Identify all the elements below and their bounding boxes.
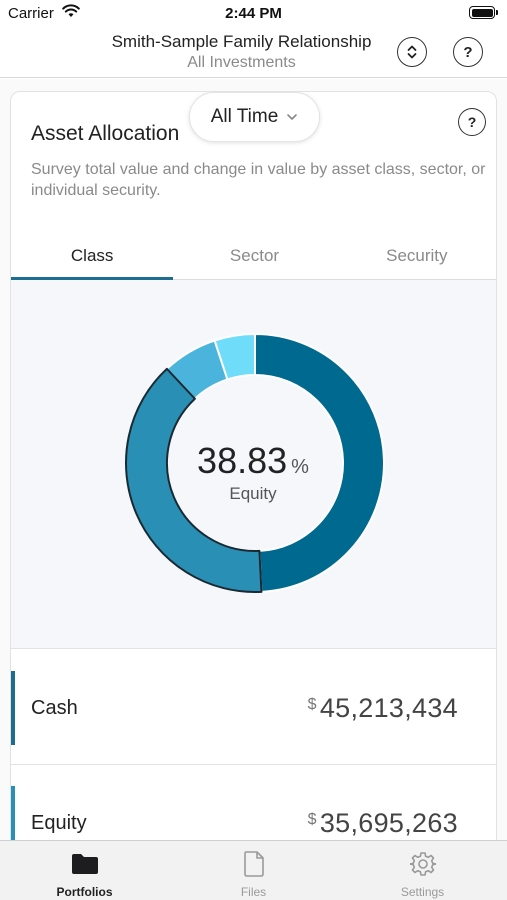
list-item-amount: $45,213,434	[308, 693, 458, 724]
tab-bar-label: Files	[240, 885, 267, 899]
list-item[interactable]: Cash $45,213,434	[11, 650, 496, 765]
card-help-button[interactable]: ?	[458, 108, 486, 136]
allocation-tabs: Class Sector Security	[11, 232, 496, 280]
tab-security[interactable]: Security	[336, 232, 496, 279]
list-item-label: Cash	[31, 697, 78, 719]
tab-sector[interactable]: Sector	[173, 232, 335, 279]
chevron-up-down-icon	[407, 45, 417, 59]
bottom-tab-bar: Portfolios Files Settings	[0, 840, 507, 900]
asset-allocation-card: Asset Allocation ? Survey total value an…	[10, 91, 497, 840]
series-color-bar	[11, 786, 15, 840]
chevron-down-icon	[287, 114, 298, 120]
tab-bar-settings[interactable]: Settings	[338, 841, 507, 900]
folder-icon	[71, 851, 99, 877]
donut-center-label: Equity	[229, 484, 277, 503]
amount-value: 45,213,434	[319, 693, 458, 723]
card-title: Asset Allocation	[31, 122, 180, 145]
battery-icon	[469, 6, 498, 19]
main-content[interactable]: Asset Allocation ? Survey total value an…	[0, 79, 507, 840]
amount-value: 35,695,263	[319, 808, 458, 838]
header-help-button[interactable]: ?	[453, 37, 483, 67]
series-color-bar	[11, 671, 15, 745]
gear-icon	[409, 851, 436, 877]
card-description: Survey total value and change in value b…	[31, 161, 486, 199]
donut-center-value: 38.83	[197, 440, 288, 481]
donut-center: 38.83% Equity	[153, 440, 353, 504]
tab-bar-portfolios[interactable]: Portfolios	[0, 841, 169, 900]
tab-bar-label: Settings	[400, 885, 445, 899]
period-label: All Time	[210, 106, 279, 127]
clock: 2:44 PM	[225, 5, 282, 22]
list-item-label: Equity	[31, 812, 87, 834]
currency-symbol: $	[307, 696, 317, 713]
period-selector[interactable]: All Time	[189, 92, 320, 142]
currency-symbol: $	[307, 811, 317, 828]
list-item[interactable]: Equity $35,695,263	[11, 765, 496, 840]
app-header: Smith-Sample Family Relationship All Inv…	[0, 28, 507, 78]
chart-area: 38.83% Equity	[11, 280, 496, 649]
donut-center-unit: %	[291, 456, 309, 478]
allocation-list: Cash $45,213,434 Equity $35,695,263	[11, 650, 496, 840]
tab-class[interactable]: Class	[11, 232, 174, 280]
status-bar: Carrier 2:44 PM	[0, 0, 507, 28]
portfolio-subtitle: All Investments	[187, 54, 296, 71]
tab-bar-label: Portfolios	[56, 885, 113, 899]
file-icon	[243, 851, 265, 877]
tab-bar-files[interactable]: Files	[169, 841, 338, 900]
list-item-amount: $35,695,263	[308, 808, 458, 839]
relationship-title[interactable]: Smith-Sample Family Relationship	[60, 32, 423, 52]
switch-relationship-button[interactable]	[397, 37, 427, 67]
